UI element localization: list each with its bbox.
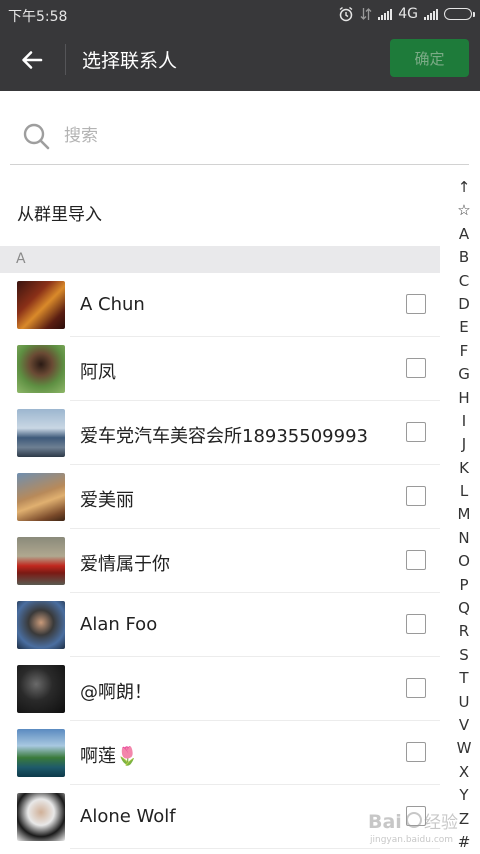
import-from-group-label: 从群里导入 <box>17 205 102 225</box>
contact-name: @啊朗！ <box>80 682 152 703</box>
contact-name: Alan Foo <box>80 614 158 635</box>
index-item[interactable]: B <box>449 246 479 269</box>
avatar <box>17 793 65 841</box>
svg-text:经验: 经验 <box>424 813 458 833</box>
index-item[interactable]: J <box>449 433 479 456</box>
status-icons: 4G <box>338 5 475 23</box>
select-checkbox[interactable] <box>406 422 426 442</box>
index-item[interactable]: T <box>449 667 479 690</box>
contact-name: 爱车党汽车美容会所18935509993 <box>80 426 368 447</box>
contact-row[interactable]: 啊莲🌷 <box>0 721 440 785</box>
contact-row[interactable]: 阿凤 <box>0 337 440 401</box>
contact-name: Alone Wolf <box>80 806 176 827</box>
contact-name: A Chun <box>80 294 145 315</box>
select-checkbox[interactable] <box>406 294 426 314</box>
contact-name: 爱美丽 <box>80 490 134 511</box>
avatar <box>17 345 65 393</box>
avatar <box>17 281 65 329</box>
index-item[interactable]: P <box>449 574 479 597</box>
contact-row[interactable]: 爱美丽 <box>0 465 440 529</box>
index-item[interactable]: S <box>449 644 479 667</box>
select-checkbox[interactable] <box>406 678 426 698</box>
confirm-button[interactable]: 确定 <box>390 39 469 77</box>
signal-icon-2 <box>424 8 438 20</box>
battery-icon <box>444 8 475 20</box>
index-item[interactable]: Y <box>449 784 479 807</box>
index-item[interactable]: Q <box>449 597 479 620</box>
index-item[interactable]: I <box>449 410 479 433</box>
network-type: 4G <box>398 6 418 22</box>
data-transfer-icon <box>360 7 372 21</box>
section-letter: A <box>16 251 26 267</box>
select-checkbox[interactable] <box>406 742 426 762</box>
contact-name: 啊莲🌷 <box>80 746 139 767</box>
select-checkbox[interactable] <box>406 486 426 506</box>
avatar <box>17 665 65 713</box>
index-item[interactable]: ↑ <box>449 176 479 199</box>
index-item[interactable]: D <box>449 293 479 316</box>
avatar <box>17 537 65 585</box>
select-checkbox[interactable] <box>406 358 426 378</box>
import-from-group-row[interactable]: 从群里导入 <box>0 180 450 244</box>
alarm-icon <box>338 6 354 22</box>
search-bar <box>10 110 469 165</box>
avatar <box>17 409 65 457</box>
index-item[interactable]: K <box>449 457 479 480</box>
index-item[interactable]: F <box>449 340 479 363</box>
section-header: A <box>0 246 440 273</box>
index-item[interactable]: M <box>449 503 479 526</box>
index-item[interactable]: O <box>449 550 479 573</box>
contact-name: 阿凤 <box>80 362 116 383</box>
arrow-left-icon <box>22 51 43 69</box>
avatar <box>17 729 65 777</box>
svg-text:Bai: Bai <box>368 811 402 833</box>
contact-row[interactable]: @啊朗！ <box>0 657 440 721</box>
index-item[interactable]: L <box>449 480 479 503</box>
index-item[interactable]: N <box>449 527 479 550</box>
contact-list: A Chun 阿凤 爱车党汽车美容会所18935509993 爱美丽 爱情属于你… <box>0 273 440 849</box>
contact-row[interactable]: 爱车党汽车美容会所18935509993 <box>0 401 440 465</box>
svg-text:jingyan.baidu.com: jingyan.baidu.com <box>369 835 453 845</box>
back-button[interactable] <box>14 42 50 78</box>
page-title: 选择联系人 <box>82 50 178 72</box>
row-divider <box>70 848 440 849</box>
avatar <box>17 601 65 649</box>
alphabet-index[interactable]: ↑ ☆ A B C D E F G H I J K L M N O P Q R S T U V W X Y Z # <box>449 176 479 854</box>
index-item[interactable]: V <box>449 714 479 737</box>
status-time: 下午5:58 <box>8 9 68 25</box>
search-icon <box>22 122 52 156</box>
index-item[interactable]: E <box>449 316 479 339</box>
index-item[interactable]: R <box>449 620 479 643</box>
status-bar: 下午5:58 4G <box>0 0 480 28</box>
title-divider <box>65 44 66 75</box>
index-item[interactable]: U <box>449 691 479 714</box>
app-bar: 选择联系人 确定 <box>0 28 480 91</box>
select-checkbox[interactable] <box>406 614 426 634</box>
index-item[interactable]: H <box>449 387 479 410</box>
index-item[interactable]: A <box>449 223 479 246</box>
contact-row[interactable]: Alan Foo <box>0 593 440 657</box>
index-item[interactable]: G <box>449 363 479 386</box>
index-item[interactable]: W <box>449 737 479 760</box>
select-checkbox[interactable] <box>406 550 426 570</box>
contact-row[interactable]: A Chun <box>0 273 440 337</box>
index-item[interactable]: ☆ <box>449 199 479 222</box>
search-input[interactable] <box>64 123 444 149</box>
contact-name: 爱情属于你 <box>80 554 170 575</box>
contact-row[interactable]: 爱情属于你 <box>0 529 440 593</box>
avatar <box>17 473 65 521</box>
signal-icon <box>378 8 393 20</box>
index-item[interactable]: C <box>449 270 479 293</box>
baidu-watermark-logo: Bai 经验 jingyan.baidu.com <box>366 806 480 846</box>
index-item[interactable]: X <box>449 761 479 784</box>
